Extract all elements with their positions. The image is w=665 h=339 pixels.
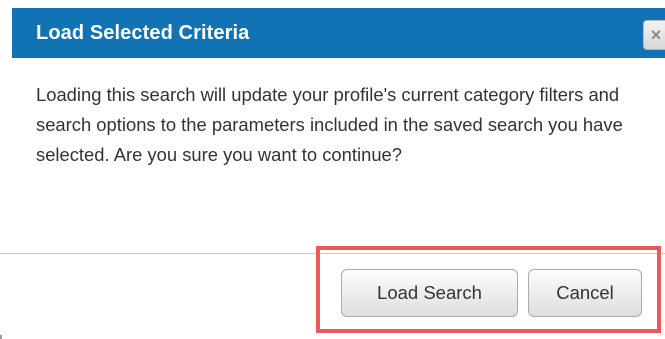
close-icon: × [650,25,662,45]
load-criteria-dialog: Load Selected Criteria × Loading this se… [0,0,665,339]
button-highlight-box [316,246,661,333]
footer-edge-mark [0,335,2,339]
dialog-message: Loading this search will update your pro… [36,84,623,165]
dialog-title-bar: Load Selected Criteria × [12,8,665,58]
dialog-title: Load Selected Criteria [36,22,250,44]
close-button[interactable]: × [643,20,665,50]
